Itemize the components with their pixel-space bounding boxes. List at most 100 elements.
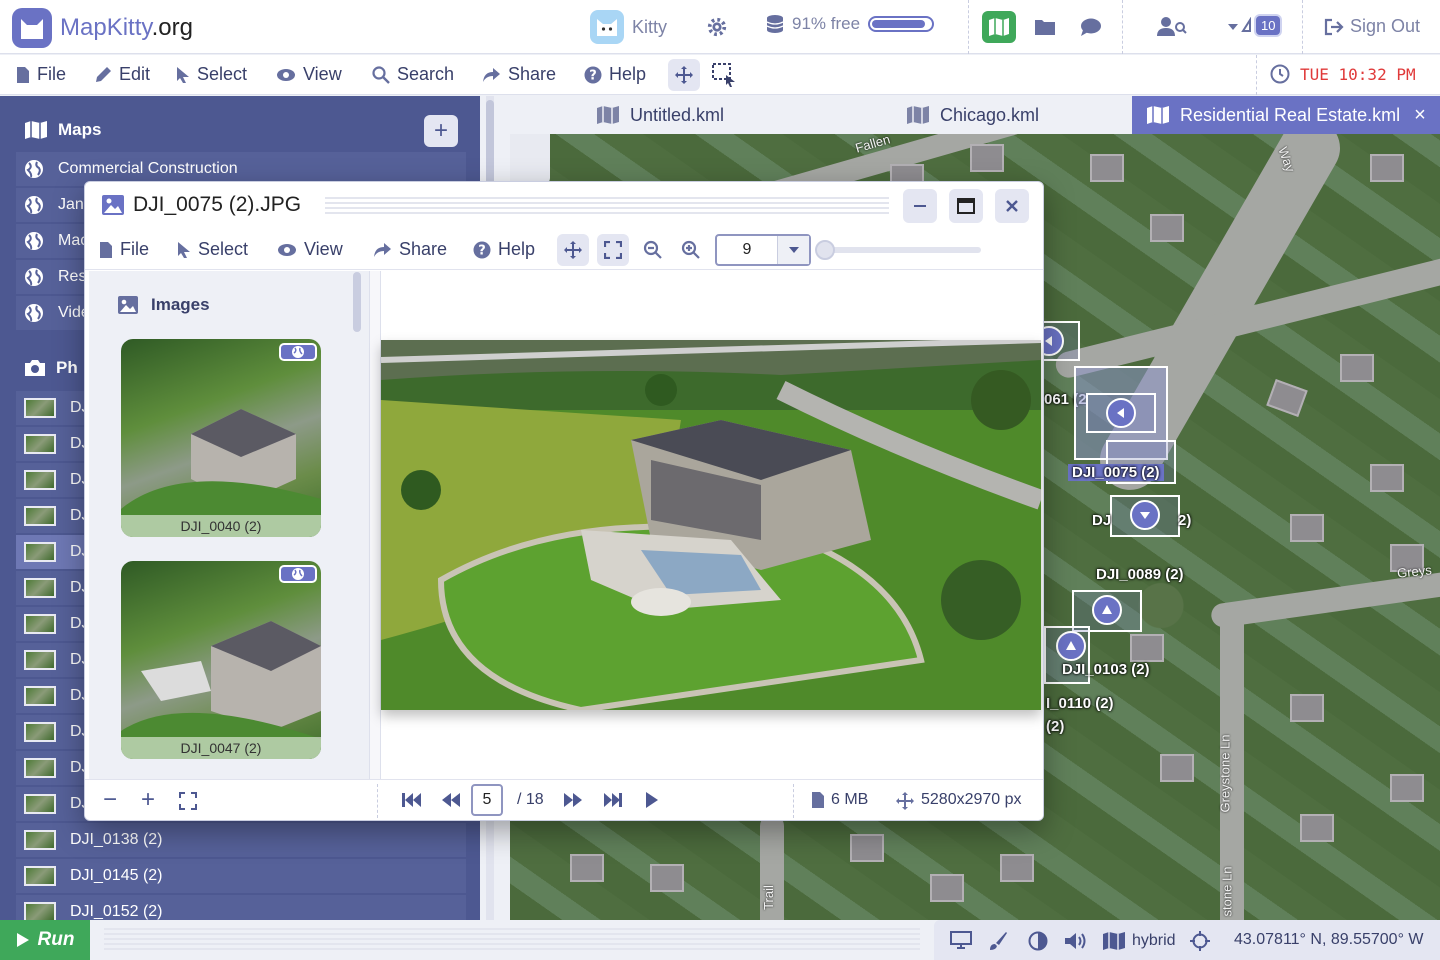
menu-edit[interactable]: Edit bbox=[94, 64, 150, 85]
zoom-in-button[interactable] bbox=[675, 234, 707, 266]
close-button[interactable] bbox=[995, 189, 1029, 223]
paintbrush-icon[interactable] bbox=[988, 931, 1008, 951]
camera-direction-pin-icon[interactable] bbox=[1106, 398, 1136, 428]
camera-direction-pin-icon[interactable] bbox=[1130, 500, 1160, 530]
page-number-input[interactable]: 5 bbox=[471, 784, 503, 816]
maximize-icon bbox=[957, 198, 975, 214]
divider bbox=[968, 0, 969, 54]
globe-icon bbox=[25, 160, 43, 178]
map-icon bbox=[989, 18, 1009, 36]
map-view-button[interactable] bbox=[982, 11, 1016, 43]
viewer-menu-help[interactable]: ? Help bbox=[473, 239, 535, 260]
building bbox=[1340, 354, 1374, 382]
fit-screen-button[interactable] bbox=[597, 234, 629, 266]
window-titlebar[interactable]: DJI_0075 (2).JPG bbox=[85, 182, 1043, 230]
last-page-icon[interactable] bbox=[603, 792, 623, 813]
chat-icon[interactable] bbox=[1078, 14, 1104, 40]
viewer-menu-select[interactable]: Select bbox=[177, 239, 248, 260]
menu-help[interactable]: ? Help bbox=[584, 64, 646, 85]
window-drag-handle[interactable] bbox=[325, 197, 889, 215]
first-page-icon[interactable] bbox=[401, 792, 421, 813]
map-toolbar[interactable] bbox=[510, 134, 550, 184]
sidebar-photo-item[interactable]: DJI_0152 (2) bbox=[16, 895, 466, 920]
building bbox=[1266, 379, 1308, 417]
sidebar-photo-label: DJI_0138 (2) bbox=[70, 831, 163, 848]
map-type-toggle[interactable]: hybrid bbox=[1102, 931, 1176, 951]
building bbox=[1370, 464, 1404, 492]
camera-direction-pin-icon[interactable] bbox=[1092, 595, 1122, 625]
photo-marker-label: (2) bbox=[1046, 718, 1065, 735]
zoom-out-thumbnails-button[interactable]: − bbox=[103, 786, 117, 814]
move-tool-button[interactable] bbox=[668, 59, 700, 91]
photo-thumbnail-icon bbox=[24, 794, 56, 814]
map-icon bbox=[1147, 106, 1169, 124]
building bbox=[1370, 154, 1404, 182]
photo-marker-label: DJI_0103 (2) bbox=[1062, 661, 1150, 678]
viewer-menu-view-label: View bbox=[304, 239, 343, 259]
zoom-out-button[interactable] bbox=[637, 234, 669, 266]
menu-file[interactable]: File bbox=[16, 64, 66, 85]
viewer-menu-file[interactable]: File bbox=[99, 239, 149, 260]
add-map-button[interactable]: + bbox=[424, 115, 458, 147]
box-select-tool-button[interactable] bbox=[708, 59, 740, 91]
play-slideshow-icon[interactable] bbox=[645, 791, 659, 814]
settings-gear-icon[interactable] bbox=[704, 14, 730, 40]
contrast-icon[interactable] bbox=[1028, 931, 1048, 951]
maximize-button[interactable] bbox=[949, 189, 983, 223]
user-search-icon[interactable] bbox=[1156, 14, 1188, 40]
folder-icon[interactable] bbox=[1032, 14, 1058, 40]
run-button[interactable]: Run bbox=[0, 920, 90, 960]
photo-thumbnail-icon bbox=[24, 398, 56, 418]
search-icon bbox=[372, 65, 390, 84]
chevron-down-icon[interactable] bbox=[777, 236, 809, 264]
zoom-slider-handle[interactable] bbox=[815, 240, 835, 260]
storage-indicator: 91% free bbox=[766, 14, 935, 34]
geotag-globe-icon bbox=[279, 565, 317, 583]
user-avatar bbox=[590, 10, 624, 44]
zoom-slider-track[interactable] bbox=[821, 247, 981, 253]
sidebar-photo-item[interactable]: DJI_0138 (2) bbox=[16, 823, 466, 857]
camera-direction-pin-icon[interactable] bbox=[1056, 631, 1086, 661]
image-thumbnail[interactable]: DJI_0047 (2) bbox=[121, 561, 321, 759]
tab-residential-real-estate[interactable]: Residential Real Estate.kml × bbox=[1132, 96, 1440, 134]
fullscreen-icon[interactable] bbox=[179, 792, 197, 815]
menu-search-label: Search bbox=[397, 64, 455, 84]
viewer-menu-share[interactable]: Share bbox=[373, 239, 447, 260]
sidebar-photo-item[interactable]: DJI_0145 (2) bbox=[16, 859, 466, 893]
crosshair-icon[interactable] bbox=[1190, 931, 1210, 951]
zoom-level-select[interactable]: 9 bbox=[715, 234, 811, 266]
eye-icon bbox=[277, 68, 295, 81]
maps-header-label: Maps bbox=[58, 120, 102, 139]
user-menu[interactable]: Kitty bbox=[590, 10, 667, 44]
next-icon[interactable] bbox=[563, 792, 583, 813]
notification-badge[interactable]: 10 bbox=[1256, 16, 1281, 35]
zoom-in-thumbnails-button[interactable]: + bbox=[141, 786, 155, 814]
main-photo[interactable] bbox=[381, 340, 1041, 710]
sidebar-map-label: Res bbox=[58, 268, 87, 285]
menu-edit-label: Edit bbox=[119, 64, 151, 84]
monitor-icon[interactable] bbox=[950, 931, 972, 949]
building bbox=[1160, 754, 1194, 782]
tab-untitled[interactable]: Untitled.kml bbox=[596, 96, 724, 134]
menu-share[interactable]: Share bbox=[482, 64, 556, 85]
viewer-menu-view[interactable]: View bbox=[277, 239, 343, 260]
menu-view[interactable]: View bbox=[276, 64, 342, 85]
photo-thumbnail-icon bbox=[24, 470, 56, 490]
tab-close-icon[interactable]: × bbox=[1414, 104, 1426, 127]
previous-icon[interactable] bbox=[441, 792, 461, 813]
menu-search[interactable]: Search bbox=[372, 64, 454, 85]
sign-out-button[interactable]: Sign Out bbox=[1324, 16, 1420, 37]
pan-tool-button[interactable] bbox=[557, 234, 589, 266]
menu-select[interactable]: Select bbox=[176, 64, 247, 85]
notifications-dropdown[interactable] bbox=[1224, 14, 1258, 40]
expand-icon bbox=[604, 241, 622, 259]
tab-chicago[interactable]: Chicago.kml bbox=[906, 96, 1039, 134]
viewer-menu-select-label: Select bbox=[198, 239, 249, 259]
status-bar-drag-handle[interactable] bbox=[104, 928, 920, 952]
logo[interactable]: MapKitty.org bbox=[12, 8, 193, 48]
minimize-button[interactable] bbox=[903, 189, 937, 223]
panel-resize-handle[interactable] bbox=[369, 271, 381, 779]
volume-icon[interactable] bbox=[1064, 931, 1088, 951]
image-thumbnail[interactable]: DJI_0040 (2) bbox=[121, 339, 321, 537]
images-panel-scrollbar[interactable] bbox=[353, 272, 361, 332]
